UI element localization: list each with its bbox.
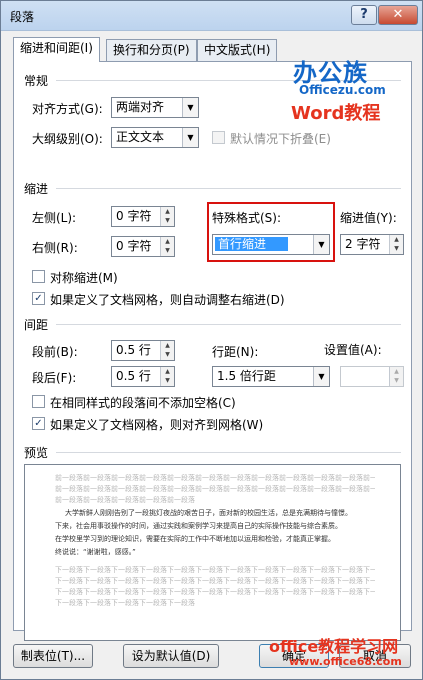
spin-arrows-icon[interactable]: ▲ ▼ (160, 341, 174, 360)
collapse-checkbox[interactable] (212, 131, 225, 144)
office68-watermark: office教程学习网 www.office68.com (269, 633, 419, 677)
mirror-indent-label: 对称缩进(M) (50, 271, 118, 285)
space-after-spinner[interactable]: 0.5 行 ▲ ▼ (111, 366, 175, 387)
set-default-button[interactable]: 设为默认值(D) (123, 644, 219, 668)
special-format-label: 特殊格式(S): (212, 211, 282, 225)
space-before-spinner[interactable]: 0.5 行 ▲ ▼ (111, 340, 175, 361)
officezu-logo: 办公族 Officezu.com Word教程 (273, 53, 405, 133)
watermark-title: office教程学习网 (269, 637, 399, 656)
space-after-label: 段后(F): (32, 371, 77, 385)
space-before-label: 段前(B): (32, 345, 78, 359)
preview-prev-line: 前一段落前一段落前一段落前一段落前一段落前一段落前一段落前一段落前一段落前一段落… (55, 474, 375, 482)
preview-main-line: 大学新鲜人刚刚告别了一段挑灯夜战的艰苦日子，面对新的校园生活，总是充满期待与憧憬… (65, 509, 352, 517)
right-indent-label: 右侧(R): (32, 241, 78, 255)
special-format-value: 首行缩进 (215, 237, 289, 251)
preview-prev-line: 前一段落前一段落前一段落前一段落前一段落前一段落前一段落前一段落前一段落前一段落… (55, 485, 375, 493)
preview-next-line: 下一段落下一段落下一段落下一段落下一段落下一段落下一段落下一段落下一段落下一段落… (55, 588, 375, 596)
preview-next-line: 下一段落下一段落下一段落下一段落下一段落 (55, 599, 195, 607)
alignment-select[interactable]: 两端对齐 ▼ (111, 97, 199, 118)
no-space-label: 在相同样式的段落间不添加空格(C) (50, 396, 236, 410)
right-indent-spinner[interactable]: 0 字符 ▲ ▼ (111, 236, 175, 257)
alignment-value: 两端对齐 (116, 100, 165, 114)
tabs-button[interactable]: 制表位(T)... (13, 644, 93, 668)
at-label: 设置值(A): (324, 343, 382, 357)
watermark-url: www.office68.com (289, 655, 402, 668)
chevron-down-icon: ▼ (313, 367, 329, 386)
at-spinner[interactable]: ▲ ▼ (340, 366, 404, 387)
logo-subtitle: Word教程 (291, 103, 381, 124)
title-bar: 段落 ? ✕ (1, 1, 422, 31)
preview-section-title: 预览 (24, 446, 49, 460)
line-spacing-value: 1.5 倍行距 (217, 369, 276, 383)
line-spacing-select[interactable]: 1.5 倍行距 ▼ (212, 366, 330, 387)
left-indent-value: 0 字符 (116, 209, 152, 223)
preview-main-line: 下来，社会用事驳操作的时间，通过实践和案例学习来提高自己的实际操作技能与综合素质… (55, 522, 342, 530)
preview-next-line: 下一段落下一段落下一段落下一段落下一段落下一段落下一段落下一段落下一段落下一段落… (55, 566, 375, 574)
alignment-label: 对齐方式(G): (32, 102, 103, 116)
special-format-select[interactable]: 首行缩进 ▼ (212, 234, 330, 255)
paragraph-dialog: 段落 ? ✕ 缩进和间距(I) 换行和分页(P) 中文版式(H) 常规 对齐方式… (0, 0, 423, 680)
auto-adjust-checkbox[interactable]: ✓ (32, 292, 45, 305)
outline-level-select[interactable]: 正文文本 ▼ (111, 127, 199, 148)
preview-box: 前一段落前一段落前一段落前一段落前一段落前一段落前一段落前一段落前一段落前一段落… (24, 464, 401, 641)
tab-indent-spacing[interactable]: 缩进和间距(I) (13, 37, 100, 62)
snap-grid-checkbox[interactable]: ✓ (32, 417, 45, 430)
general-section-title: 常规 (24, 74, 49, 88)
indent-section-title: 缩进 (24, 182, 49, 196)
chevron-down-icon: ▼ (313, 235, 329, 254)
help-button[interactable]: ? (351, 5, 377, 25)
dialog-title: 段落 (10, 10, 35, 24)
preview-next-line: 下一段落下一段落下一段落下一段落下一段落下一段落下一段落下一段落下一段落下一段落… (55, 577, 375, 585)
tab-line-page-breaks[interactable]: 换行和分页(P) (106, 39, 197, 61)
indent-by-label: 缩进值(Y): (340, 211, 397, 225)
indent-by-value: 2 字符 (345, 237, 381, 251)
indent-by-spinner[interactable]: 2 字符 ▲ ▼ (340, 234, 404, 255)
spin-arrows-icon[interactable]: ▲ ▼ (160, 207, 174, 226)
auto-adjust-label: 如果定义了文档网格，则自动调整右缩进(D) (50, 293, 285, 307)
preview-main-line: 终说说：“谢谢啦，感感。” (55, 548, 136, 556)
chevron-down-icon: ▼ (182, 98, 198, 117)
left-indent-label: 左侧(L): (32, 211, 77, 225)
logo-url: Officezu.com (299, 83, 386, 97)
no-space-checkbox[interactable] (32, 395, 45, 408)
right-indent-value: 0 字符 (116, 239, 152, 253)
outline-level-value: 正文文本 (116, 130, 165, 144)
close-button[interactable]: ✕ (378, 5, 418, 25)
left-indent-spinner[interactable]: 0 字符 ▲ ▼ (111, 206, 175, 227)
outline-level-label: 大纲级别(O): (32, 132, 103, 146)
chevron-down-icon: ▼ (182, 128, 198, 147)
space-after-value: 0.5 行 (116, 369, 151, 383)
space-before-value: 0.5 行 (116, 343, 151, 357)
spacing-section-title: 间距 (24, 318, 49, 332)
spin-arrows-icon[interactable]: ▲ ▼ (160, 237, 174, 256)
preview-main-line: 在学校里学习到的理论知识，需要在实际的工作中不断地加以运用和检验，才能真正掌握。 (55, 535, 335, 543)
spin-arrows-icon[interactable]: ▲ ▼ (389, 235, 403, 254)
tab-panel: 常规 对齐方式(G): 两端对齐 ▼ 大纲级别(O): 正文文本 ▼ 默认情况下… (13, 61, 412, 641)
mirror-indent-checkbox[interactable] (32, 270, 45, 283)
spin-arrows-icon[interactable]: ▲ ▼ (389, 367, 403, 386)
tab-asian-typography[interactable]: 中文版式(H) (197, 39, 278, 61)
spin-arrows-icon[interactable]: ▲ ▼ (160, 367, 174, 386)
snap-grid-label: 如果定义了文档网格，则对齐到网格(W) (50, 418, 264, 432)
preview-prev-line: 前一段落前一段落前一段落前一段落前一段落 (55, 496, 195, 504)
line-spacing-label: 行距(N): (212, 345, 259, 359)
